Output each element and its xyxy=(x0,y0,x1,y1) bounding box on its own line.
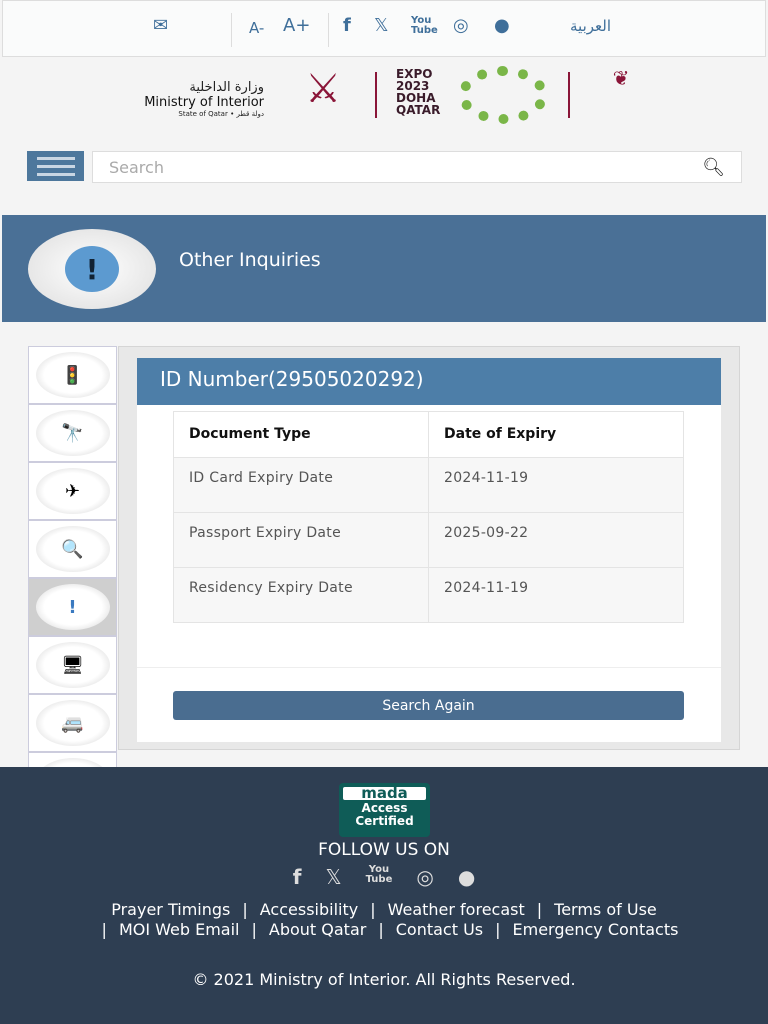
footer-links: Prayer Timings | Accessibility | Weather for… xyxy=(101,900,679,939)
x-icon[interactable]: 𝕏 xyxy=(374,15,389,36)
table-row: ID Card Expiry Date 2024-11-19 xyxy=(173,457,684,513)
footer-link-emergency[interactable]: Emergency Contacts xyxy=(513,920,679,939)
search-placeholder: Search xyxy=(109,157,164,177)
mada-badge[interactable]: mada Access Certified xyxy=(339,783,430,837)
logo-strip: وزارة الداخلية Ministry of Interior Stat… xyxy=(0,62,768,132)
moi-logo[interactable]: وزارة الداخلية Ministry of Interior Stat… xyxy=(108,80,264,118)
font-decrease-button[interactable]: A- xyxy=(249,19,264,37)
search-again-button[interactable]: Search Again xyxy=(173,691,684,720)
facebook-icon[interactable]: f xyxy=(343,15,351,36)
snapchat-icon[interactable]: ● xyxy=(494,15,510,36)
document-type: Passport Expiry Date xyxy=(173,512,429,568)
youtube-icon[interactable]: You Tube xyxy=(366,865,393,889)
result-panel: ID Number(29505020292) Document Type Dat… xyxy=(118,346,740,750)
follow-us-label: FOLLOW US ON xyxy=(318,840,450,860)
expo-flower-icon xyxy=(458,66,548,124)
search-input[interactable]: Search 🔍︎ xyxy=(92,151,742,183)
expiry-table: Document Type Date of Expiry ID Card Exp… xyxy=(173,411,684,623)
magnifier-document-icon: 🔍 xyxy=(35,526,110,572)
binoculars-icon: 🔭 xyxy=(35,410,110,456)
page-title: Other Inquiries xyxy=(179,249,321,271)
column-header: Date of Expiry xyxy=(428,411,684,458)
facebook-icon[interactable]: f xyxy=(293,865,302,889)
menu-button[interactable] xyxy=(27,151,84,181)
document-type: Residency Expiry Date xyxy=(173,567,429,623)
footer-social: f 𝕏 You Tube ◎ ● xyxy=(0,865,768,890)
moi-name-en: Ministry of Interior xyxy=(144,95,264,110)
side-item-traffic[interactable]: 🚦 xyxy=(28,346,117,404)
page-banner: ! Other Inquiries xyxy=(2,215,766,322)
copyright: © 2021 Ministry of Interior. All Rights … xyxy=(192,970,576,989)
document-type: ID Card Expiry Date xyxy=(173,457,429,513)
side-item-vehicles[interactable]: 🚐 xyxy=(28,694,117,752)
mada-logo-text: mada xyxy=(343,786,426,801)
qatar-emblem-icon: ⚔ xyxy=(305,66,341,112)
vehicle-icon: 🚐 xyxy=(35,700,110,746)
top-bar: ✉ A- A+ f 𝕏 You Tube ◎ ● العربية xyxy=(2,0,766,57)
table-header: Document Type Date of Expiry xyxy=(173,411,684,458)
font-increase-button[interactable]: A+ xyxy=(283,15,310,36)
instagram-icon[interactable]: ◎ xyxy=(453,15,469,36)
footer-link-weather[interactable]: Weather forecast xyxy=(388,900,525,919)
footer-link-accessibility[interactable]: Accessibility xyxy=(260,900,358,919)
expiry-date: 2024-11-19 xyxy=(428,567,684,623)
expiry-date: 2025-09-22 xyxy=(428,512,684,568)
side-item-search[interactable]: 🔭 xyxy=(28,404,117,462)
divider xyxy=(568,72,570,118)
moi-name-ar: وزارة الداخلية xyxy=(189,80,264,95)
mada-certified-text: Access Certified xyxy=(355,801,414,828)
expo-logo: EXPO 2023 DOHA QATAR xyxy=(396,67,441,117)
family-year-logo-icon: ❦ xyxy=(612,66,630,90)
column-header: Document Type xyxy=(173,411,429,458)
computer-user-icon: 🖥 xyxy=(35,642,110,688)
side-item-other-inquiries[interactable]: ! xyxy=(28,578,117,636)
search-icon[interactable]: 🔍︎ xyxy=(702,157,725,178)
state-label: State of Qatar • دولة قطر xyxy=(178,110,264,118)
footer-link-contact[interactable]: Contact Us xyxy=(396,920,483,939)
airplane-icon: ✈ xyxy=(35,468,110,514)
traffic-light-icon: 🚦 xyxy=(35,352,110,398)
side-item-eservices[interactable]: 🖥 xyxy=(28,636,117,694)
mail-icon[interactable]: ✉ xyxy=(153,15,168,36)
side-item-travel[interactable]: ✈ xyxy=(28,462,117,520)
divider xyxy=(137,667,721,668)
snapchat-icon[interactable]: ● xyxy=(458,865,475,889)
x-icon[interactable]: 𝕏 xyxy=(325,865,341,889)
footer: mada Access Certified FOLLOW US ON f 𝕏 Y… xyxy=(0,767,768,1024)
inquiry-icon: ! xyxy=(28,229,156,309)
footer-link-terms[interactable]: Terms of Use xyxy=(554,900,657,919)
language-link[interactable]: العربية xyxy=(570,17,611,35)
expiry-date: 2024-11-19 xyxy=(428,457,684,513)
divider xyxy=(231,13,232,47)
table-row: Residency Expiry Date 2024-11-19 xyxy=(173,567,684,623)
inquiry-bubble-icon: ! xyxy=(35,584,110,630)
side-item-documents[interactable]: 🔍 xyxy=(28,520,117,578)
footer-link-about-qatar[interactable]: About Qatar xyxy=(269,920,366,939)
youtube-icon[interactable]: You Tube xyxy=(411,16,438,36)
table-row: Passport Expiry Date 2025-09-22 xyxy=(173,512,684,568)
instagram-icon[interactable]: ◎ xyxy=(416,865,433,889)
divider xyxy=(375,72,377,118)
result-card: ID Number(29505020292) Document Type Dat… xyxy=(137,358,721,742)
divider xyxy=(328,13,329,47)
footer-link-prayer[interactable]: Prayer Timings xyxy=(111,900,230,919)
footer-link-webmail[interactable]: MOI Web Email xyxy=(119,920,240,939)
id-number-heading: ID Number(29505020292) xyxy=(137,358,721,405)
